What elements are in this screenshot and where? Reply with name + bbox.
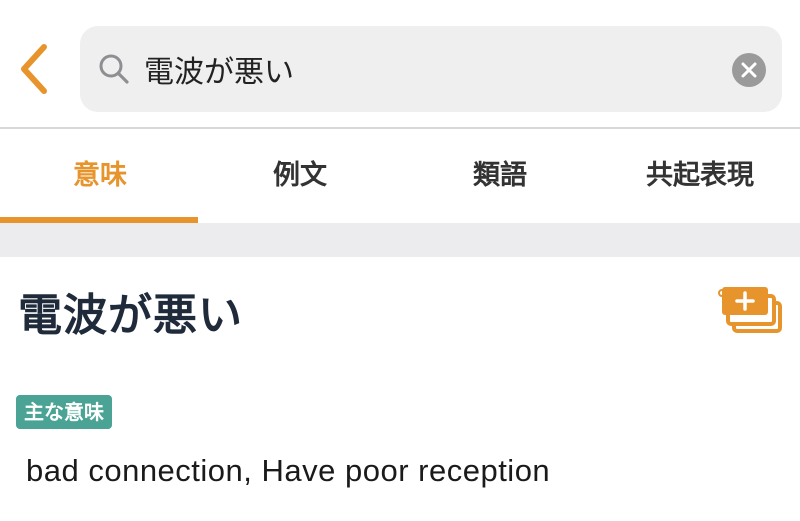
search-bar[interactable] bbox=[80, 26, 782, 112]
main-meaning-badge: 主な意味 bbox=[16, 395, 112, 429]
back-button[interactable] bbox=[10, 38, 56, 100]
dictionary-page: 意味 例文 類語 共起表現 電波が悪い 主な意味 bad connect bbox=[0, 0, 800, 521]
add-to-wordbook-icon bbox=[718, 287, 782, 333]
entry-title: 電波が悪い bbox=[18, 290, 243, 341]
add-to-wordbook-button[interactable] bbox=[716, 283, 784, 335]
tab-label: 類語 bbox=[473, 159, 527, 191]
tab-synonyms[interactable]: 類語 bbox=[400, 131, 600, 223]
meaning-text: bad connection, Have poor reception bbox=[26, 453, 551, 488]
clear-search-button[interactable] bbox=[732, 53, 766, 87]
search-header bbox=[0, 0, 800, 129]
tab-meaning[interactable]: 意味 bbox=[0, 131, 200, 223]
entry-content: 電波が悪い 主な意味 bad connection, Have poor rec… bbox=[0, 257, 800, 521]
tab-bar: 意味 例文 類語 共起表現 bbox=[0, 131, 800, 223]
chevron-left-icon bbox=[21, 44, 47, 94]
tab-label: 共起表現 bbox=[646, 159, 754, 191]
tab-label: 例文 bbox=[273, 159, 327, 191]
tab-collocations[interactable]: 共起表現 bbox=[600, 131, 800, 223]
clear-icon bbox=[741, 62, 757, 78]
section-divider bbox=[0, 223, 800, 257]
search-input[interactable] bbox=[144, 44, 704, 94]
search-icon bbox=[99, 54, 129, 84]
tab-label: 意味 bbox=[73, 159, 127, 191]
tab-examples[interactable]: 例文 bbox=[200, 131, 400, 223]
